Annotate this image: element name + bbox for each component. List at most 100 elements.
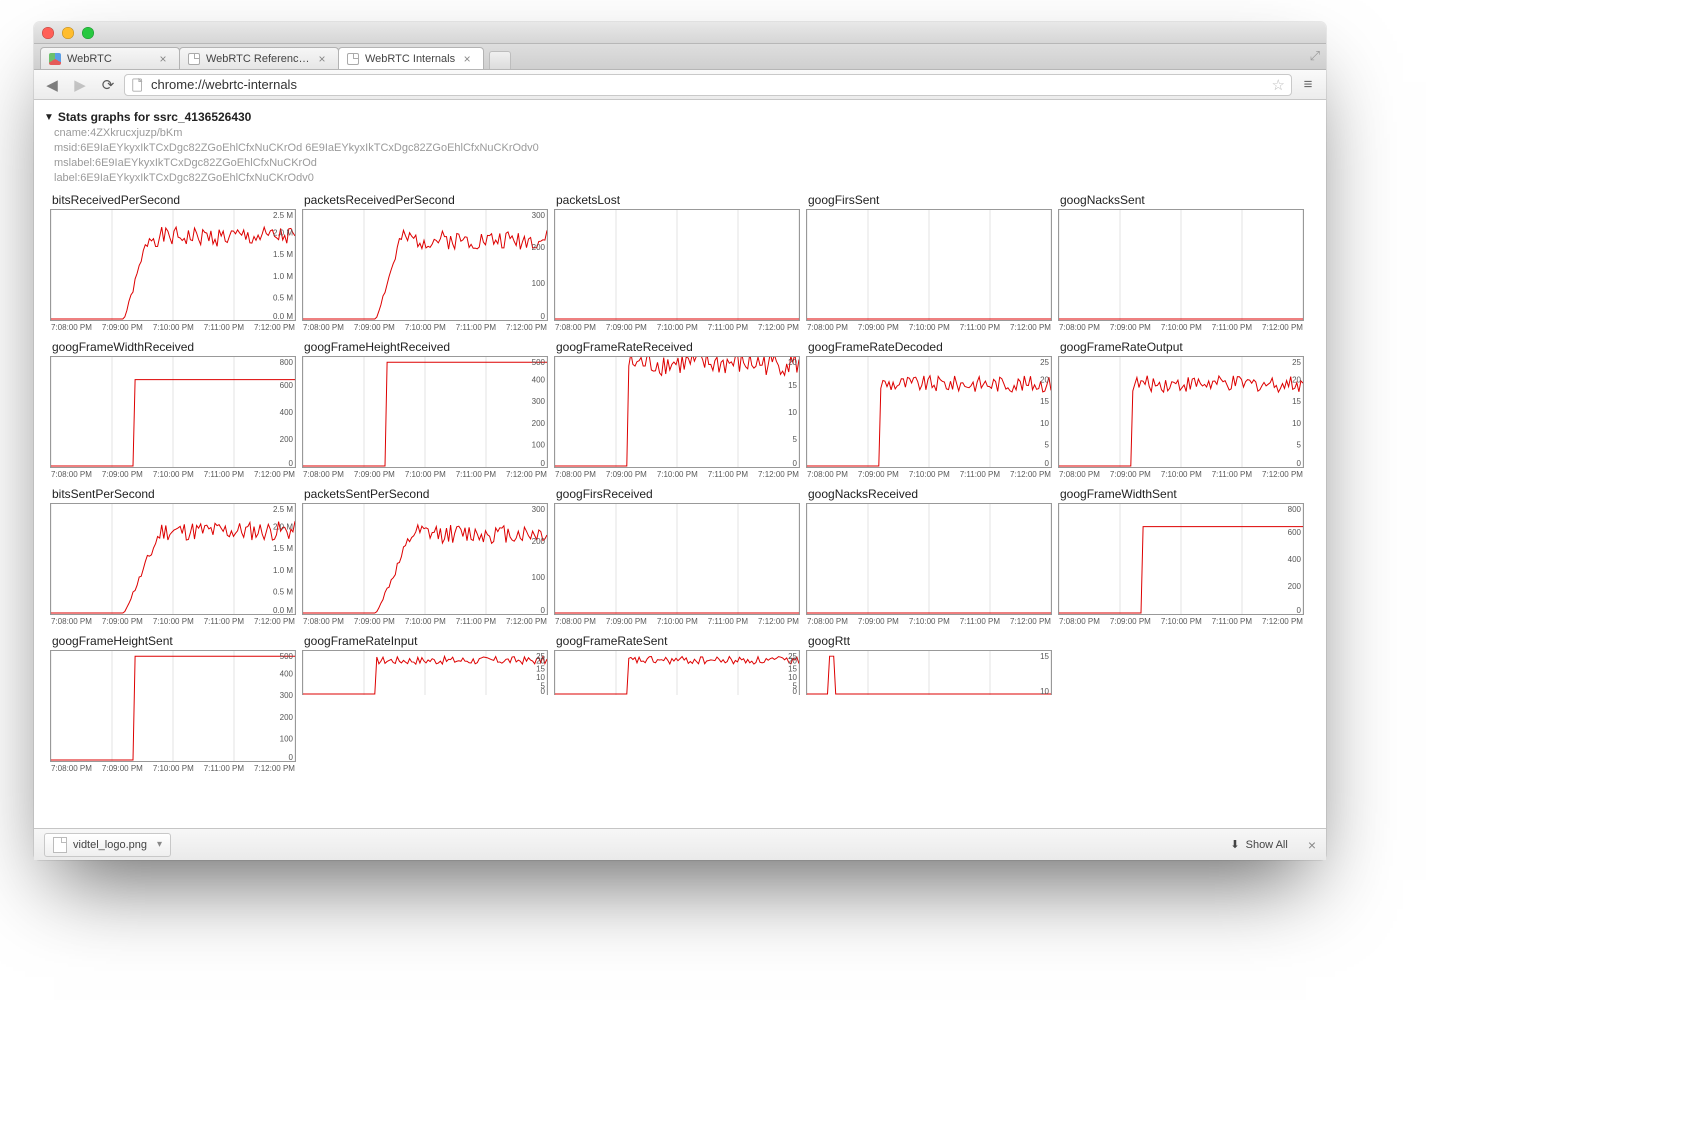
disclosure-triangle-icon[interactable]: ▼ <box>44 112 54 123</box>
address-bar[interactable]: chrome://webrtc-internals ☆ <box>124 74 1292 96</box>
svg-text:0.5 M: 0.5 M <box>273 294 293 303</box>
svg-text:0: 0 <box>541 606 546 614</box>
chart-xaxis: 7:08:00 PM7:09:00 PM7:10:00 PM7:11:00 PM… <box>302 321 548 332</box>
chart-title: googFrameRateOutput <box>1058 338 1304 356</box>
chart-plot: 0.0 M0.5 M1.0 M1.5 M2.0 M2.5 M <box>50 209 296 321</box>
bookmark-star-icon[interactable]: ☆ <box>1272 76 1285 94</box>
svg-text:5: 5 <box>1045 441 1050 450</box>
tab-label: WebRTC Internals <box>365 53 455 65</box>
close-shelf-button[interactable]: × <box>1308 837 1316 853</box>
document-favicon-icon <box>188 53 200 65</box>
chart-plot: 0100200300 <box>302 209 548 321</box>
page-icon <box>131 78 145 92</box>
svg-text:5: 5 <box>1297 441 1302 450</box>
download-item[interactable]: vidtel_logo.png ▾ <box>44 833 171 857</box>
stats-chart: googFirsSent7:08:00 PM7:09:00 PM7:10:00 … <box>806 191 1052 332</box>
svg-text:0: 0 <box>1297 459 1302 467</box>
chart-title: googNacksReceived <box>806 485 1052 503</box>
chart-xaxis: 7:08:00 PM7:09:00 PM7:10:00 PM7:11:00 PM… <box>554 321 800 332</box>
tab-strip: WebRTC×WebRTC Reference App×WebRTC Inter… <box>34 44 1326 70</box>
toolbar: ◀ ▶ ⟳ chrome://webrtc-internals ☆ ≡ <box>34 70 1326 100</box>
browser-tab[interactable]: WebRTC× <box>40 47 180 69</box>
svg-text:2.5 M: 2.5 M <box>273 211 293 220</box>
chart-title: packetsSentPerSecond <box>302 485 548 503</box>
svg-text:200: 200 <box>532 243 546 252</box>
svg-text:300: 300 <box>280 692 294 701</box>
chart-xaxis: 7:08:00 PM7:09:00 PM7:10:00 PM7:11:00 PM… <box>1058 615 1304 626</box>
chart-plot: 05101520 <box>554 356 800 468</box>
zoom-window-button[interactable] <box>82 27 94 39</box>
stats-chart: packetsLost 7:08:00 PM7:09:00 PM7:10:00 P… <box>554 191 800 332</box>
meta-label: label:6E9IaEYkyxIkTCxDgc82ZGoEhlCfxNuCKr… <box>54 171 1320 186</box>
svg-text:15: 15 <box>1040 652 1050 661</box>
svg-text:400: 400 <box>1288 555 1302 564</box>
chart-plot: 0200400600800 <box>50 356 296 468</box>
reload-button[interactable]: ⟳ <box>96 74 120 96</box>
chevron-down-icon[interactable]: ▾ <box>157 839 162 850</box>
stats-chart: googNacksSent7:08:00 PM7:09:00 PM7:10:00… <box>1058 191 1304 332</box>
chart-xaxis: 7:08:00 PM7:09:00 PM7:10:00 PM7:11:00 PM… <box>302 468 548 479</box>
svg-text:200: 200 <box>532 537 546 546</box>
section-metadata: cname:4ZXkrucxjuzp/bKm msid:6E9IaEYkyxIk… <box>40 126 1320 185</box>
svg-text:0: 0 <box>289 459 294 467</box>
new-tab-button[interactable] <box>489 51 511 69</box>
svg-text:400: 400 <box>280 670 294 679</box>
close-tab-button[interactable]: × <box>461 52 473 66</box>
svg-text:25: 25 <box>536 652 546 661</box>
svg-text:0.0 M: 0.0 M <box>273 312 293 320</box>
meta-msid: msid:6E9IaEYkyxIkTCxDgc82ZGoEhlCfxNuCKrO… <box>54 141 1320 156</box>
close-tab-button[interactable]: × <box>316 52 328 66</box>
svg-text:2.0 M: 2.0 M <box>273 523 293 532</box>
chart-plot: 0200400600800 <box>1058 503 1304 615</box>
forward-button[interactable]: ▶ <box>68 74 92 96</box>
svg-text:600: 600 <box>1288 528 1302 537</box>
svg-text:5: 5 <box>793 682 798 691</box>
close-tab-button[interactable]: × <box>157 52 169 66</box>
svg-text:25: 25 <box>788 652 798 661</box>
chart-xaxis: 7:08:00 PM7:09:00 PM7:10:00 PM7:11:00 PM… <box>806 615 1052 626</box>
browser-tab[interactable]: WebRTC Reference App× <box>179 47 339 69</box>
stats-chart: bitsReceivedPerSecond0.0 M0.5 M1.0 M1.5 … <box>50 191 296 332</box>
chart-title: googRtt <box>806 632 1052 650</box>
svg-text:100: 100 <box>532 441 546 450</box>
svg-text:200: 200 <box>280 435 294 444</box>
stats-chart: packetsReceivedPerSecond01002003007:08:0… <box>302 191 548 332</box>
chart-xaxis: 7:08:00 PM7:09:00 PM7:10:00 PM7:11:00 PM… <box>1058 468 1304 479</box>
chart-title: googNacksSent <box>1058 191 1304 209</box>
show-all-downloads-button[interactable]: ⬇ Show All <box>1230 838 1287 851</box>
stats-chart: googFrameRateDecoded05101520257:08:00 PM… <box>806 338 1052 479</box>
svg-text:200: 200 <box>1288 582 1302 591</box>
chart-xaxis: 7:08:00 PM7:09:00 PM7:10:00 PM7:11:00 PM… <box>554 615 800 626</box>
section-title: Stats graphs for ssrc_4136526430 <box>58 110 251 124</box>
svg-text:10: 10 <box>788 674 798 683</box>
chart-title: googFrameWidthSent <box>1058 485 1304 503</box>
svg-text:400: 400 <box>280 408 294 417</box>
browser-tab[interactable]: WebRTC Internals × <box>338 47 484 69</box>
url-text: chrome://webrtc-internals <box>151 77 297 92</box>
minimize-window-button[interactable] <box>62 27 74 39</box>
stats-section-header[interactable]: ▼ Stats graphs for ssrc_4136526430 <box>40 108 1320 126</box>
chart-title: packetsReceivedPerSecond <box>302 191 548 209</box>
chart-plot: 0510152025 <box>554 650 800 695</box>
stats-chart: googFrameRateSent0510152025 <box>554 632 800 773</box>
svg-text:100: 100 <box>280 735 294 744</box>
svg-text:10: 10 <box>788 408 797 417</box>
svg-text:0: 0 <box>1297 606 1302 614</box>
meta-cname: cname:4ZXkrucxjuzp/bKm <box>54 126 1320 141</box>
close-window-button[interactable] <box>42 27 54 39</box>
chrome-menu-button[interactable]: ≡ <box>1296 76 1320 93</box>
chart-xaxis: 7:08:00 PM7:09:00 PM7:10:00 PM7:11:00 PM… <box>302 615 548 626</box>
svg-text:0.0 M: 0.0 M <box>273 606 293 614</box>
expand-icon[interactable]: ⤢ <box>1310 48 1320 64</box>
chart-plot: 0100200300400500 <box>50 650 296 762</box>
svg-text:1.0 M: 1.0 M <box>273 566 293 575</box>
svg-text:500: 500 <box>532 358 546 367</box>
chart-xaxis: 7:08:00 PM7:09:00 PM7:10:00 PM7:11:00 PM… <box>50 762 296 773</box>
svg-text:10: 10 <box>1292 419 1301 428</box>
back-button[interactable]: ◀ <box>40 74 64 96</box>
chart-title: googFrameHeightReceived <box>302 338 548 356</box>
svg-text:100: 100 <box>532 573 546 582</box>
chart-title: packetsLost <box>554 191 800 209</box>
stats-chart: googFrameWidthReceived02004006008007:08:… <box>50 338 296 479</box>
download-arrow-icon: ⬇ <box>1230 838 1239 851</box>
